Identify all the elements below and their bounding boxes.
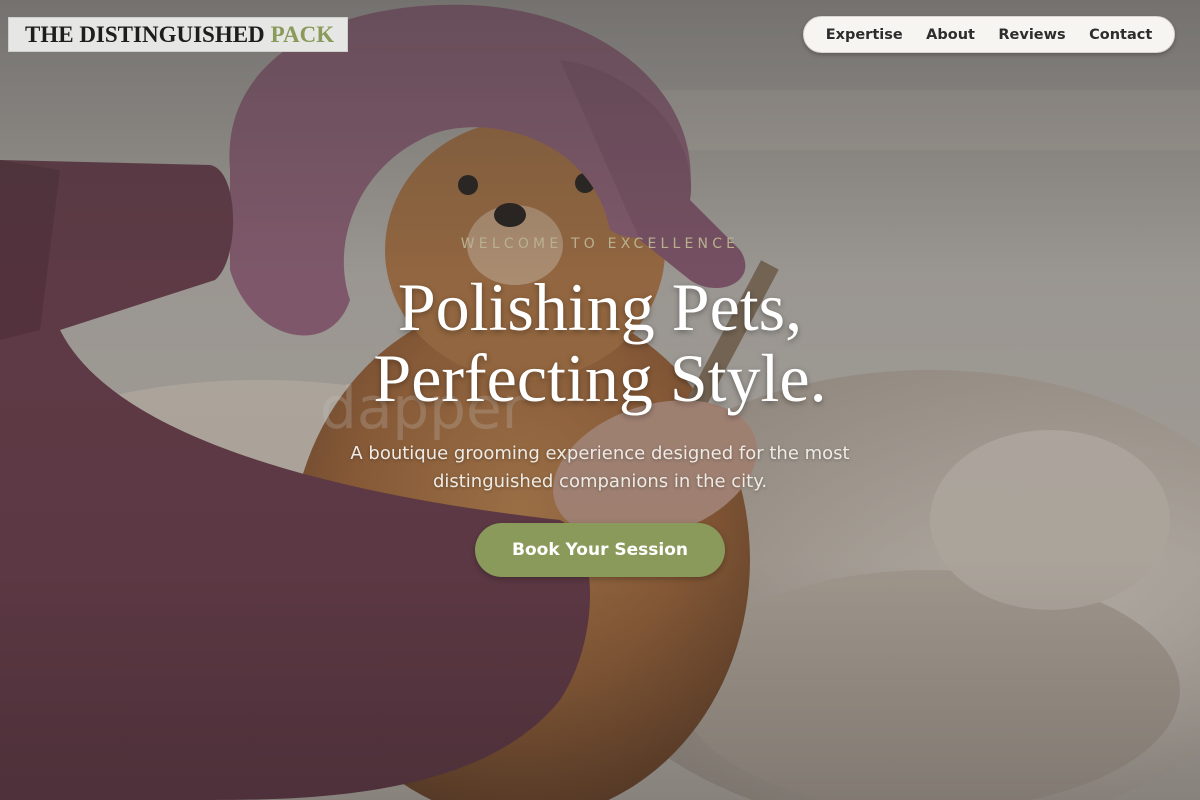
hero-headline: Polishing Pets, Perfecting Style.: [0, 272, 1200, 414]
hero-section: dapper THE DISTINGUISHED PACK Expertise …: [0, 0, 1200, 800]
nav-link-reviews[interactable]: Reviews: [998, 27, 1065, 43]
hero-eyebrow: WELCOME TO EXCELLENCE: [460, 236, 740, 252]
logo-accent-text: PACK: [270, 21, 335, 47]
nav-link-expertise[interactable]: Expertise: [826, 27, 903, 43]
logo-main-text: THE DISTINGUISHED: [25, 21, 265, 47]
main-navigation: Expertise About Reviews Contact: [803, 16, 1175, 53]
hero-headline-line-2: Perfecting Style.: [373, 340, 827, 416]
nav-link-about[interactable]: About: [926, 27, 975, 43]
hero-subtitle: A boutique grooming experience designed …: [350, 443, 850, 492]
book-session-button[interactable]: Book Your Session: [475, 523, 725, 577]
site-logo[interactable]: THE DISTINGUISHED PACK: [8, 17, 348, 52]
nav-link-contact[interactable]: Contact: [1089, 27, 1152, 43]
hero-headline-line-1: Polishing Pets,: [397, 269, 803, 345]
